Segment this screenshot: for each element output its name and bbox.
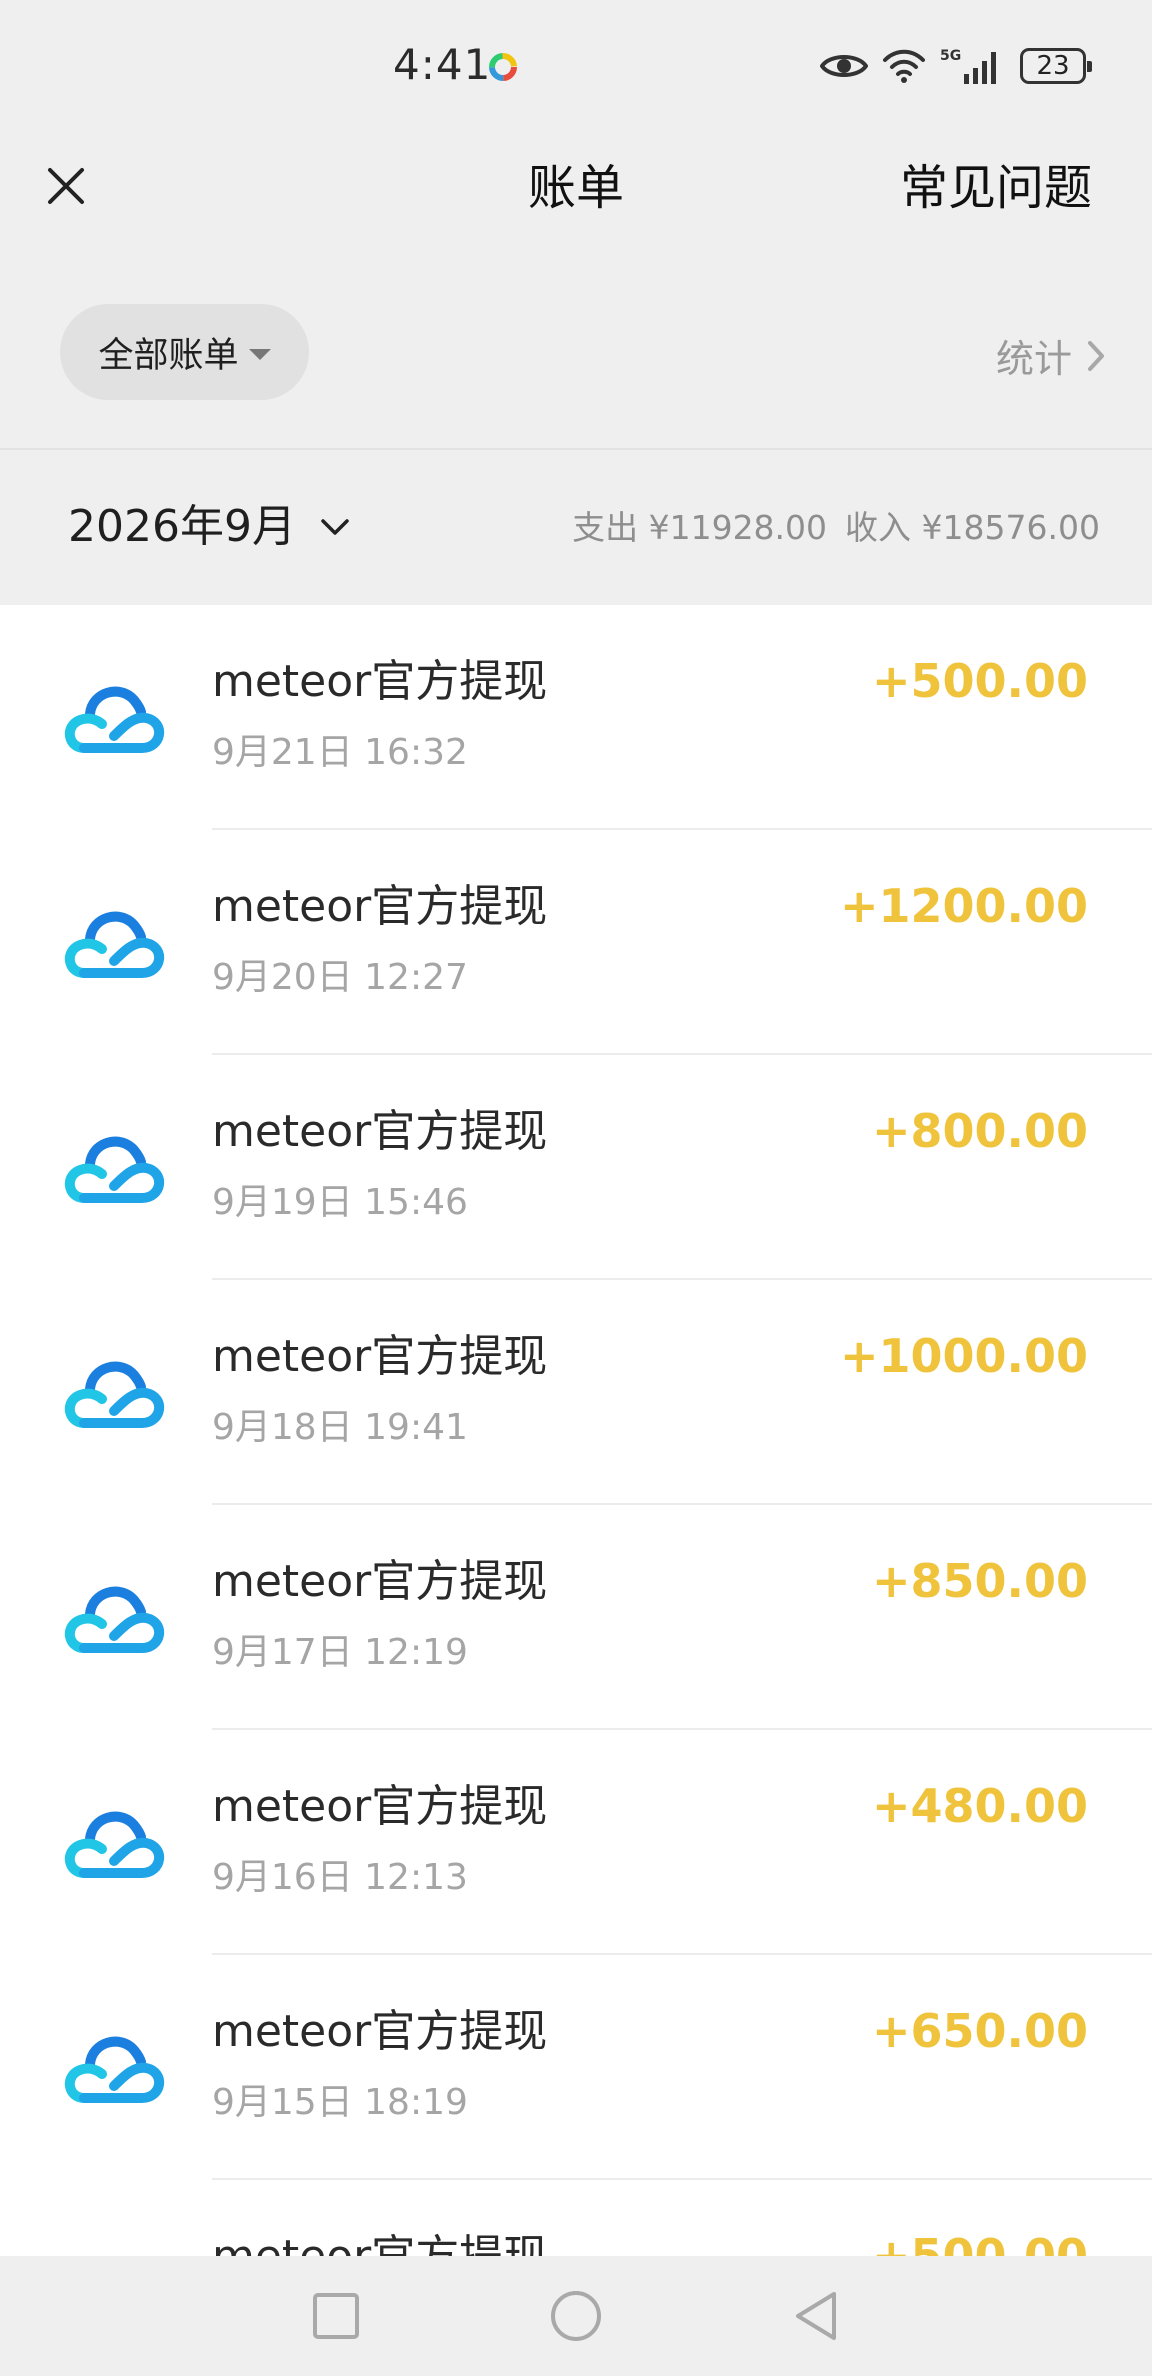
month-label: 2026年9月: [68, 501, 296, 552]
faq-button[interactable]: 常见问题: [900, 158, 1092, 218]
cloud-logo-icon: [62, 1353, 168, 1433]
transaction-title: meteor官方提现: [212, 656, 548, 707]
transaction-title: meteor官方提现: [212, 881, 548, 932]
transaction-title: meteor官方提现: [212, 1331, 548, 1382]
stats-button[interactable]: 统计: [996, 328, 1106, 383]
stats-label: 统计: [995, 337, 1072, 381]
transaction-date: 9月15日 18:19: [212, 2082, 468, 2123]
expense-total: 支出 ¥11928.00: [572, 508, 828, 547]
cloud-logo-icon: [62, 678, 168, 758]
transaction-amount: +480.00: [871, 1779, 1088, 1833]
transaction-row[interactable]: meteor官方提现 9月17日 12:19 +850.00: [0, 1505, 1152, 1730]
transaction-row[interactable]: meteor官方提现 9月19日 15:46 +800.00: [0, 1055, 1152, 1280]
svg-text:5G: 5G: [940, 48, 961, 64]
month-totals: 支出 ¥11928.00 收入 ¥18576.00: [572, 508, 1100, 548]
cloud-logo-icon: [62, 2028, 168, 2108]
income-total: 收入 ¥18576.00: [845, 508, 1100, 547]
bill-filter-dropdown[interactable]: 全部账单: [60, 304, 309, 400]
home-icon[interactable]: [546, 2286, 606, 2346]
month-summary: 2026年9月 支出 ¥11928.00 收入 ¥18576.00: [0, 450, 1152, 605]
transaction-list: meteor官方提现 9月21日 16:32 +500.00 meteor官方提…: [0, 605, 1152, 2376]
transaction-row[interactable]: meteor官方提现 9月18日 19:41 +1000.00: [0, 1280, 1152, 1505]
transaction-title: meteor官方提现: [212, 1781, 548, 1832]
bill-page: 4:41 5G 23 账单 常见问题 全部账单 统计 2026年9月 支出 ¥1…: [0, 0, 1152, 2376]
battery-level: 23: [1036, 51, 1070, 81]
cloud-logo-icon: [62, 903, 168, 983]
transaction-date: 9月18日 19:41: [212, 1407, 468, 1448]
battery-icon: 23: [1020, 48, 1092, 84]
recent-apps-icon[interactable]: [306, 2286, 366, 2346]
transaction-row[interactable]: meteor官方提现 9月16日 12:13 +480.00: [0, 1730, 1152, 1955]
transaction-row[interactable]: meteor官方提现 9月20日 12:27 +1200.00: [0, 830, 1152, 1055]
transaction-amount: +650.00: [871, 2004, 1088, 2058]
cloud-logo-icon: [62, 1128, 168, 1208]
dropdown-triangle-icon: [248, 348, 271, 360]
filter-bar: 全部账单 统计: [0, 260, 1152, 450]
transaction-date: 9月17日 12:19: [212, 1632, 468, 1673]
chevron-right-icon: [1088, 340, 1104, 371]
status-icons: 5G 23: [820, 44, 1092, 88]
system-nav-bar: [0, 2256, 1152, 2376]
transaction-row[interactable]: meteor官方提现 9月21日 16:32 +500.00: [0, 605, 1152, 830]
transaction-title: meteor官方提现: [212, 1106, 548, 1157]
transaction-date: 9月16日 12:13: [212, 1857, 468, 1898]
transaction-date: 9月19日 15:46: [212, 1182, 468, 1223]
status-time: 4:41: [393, 40, 492, 89]
header: 账单 常见问题: [0, 120, 1152, 260]
transaction-amount: +800.00: [871, 1104, 1088, 1158]
transaction-date: 9月21日 16:32: [212, 732, 468, 773]
transaction-row[interactable]: meteor官方提现 9月15日 18:19 +650.00: [0, 1955, 1152, 2180]
cloud-logo-icon: [62, 1803, 168, 1883]
eye-icon: [820, 55, 868, 77]
cloud-logo-icon: [62, 1578, 168, 1658]
filter-label: 全部账单: [98, 335, 239, 376]
transaction-amount: +850.00: [871, 1554, 1088, 1608]
app-notification-icon: [489, 53, 517, 81]
transaction-title: meteor官方提现: [212, 1556, 548, 1607]
chevron-down-icon: [321, 519, 349, 535]
wifi-icon: [883, 49, 925, 83]
transaction-amount: +1200.00: [839, 879, 1088, 933]
transaction-amount: +500.00: [871, 654, 1088, 708]
transaction-date: 9月20日 12:27: [212, 957, 468, 998]
back-icon[interactable]: [786, 2286, 846, 2346]
transaction-amount: +1000.00: [839, 1329, 1088, 1383]
status-bar: 4:41 5G 23: [0, 0, 1152, 120]
month-picker[interactable]: 2026年9月: [68, 502, 350, 552]
signal-icon: 5G: [940, 48, 996, 84]
transaction-title: meteor官方提现: [212, 2006, 548, 2057]
